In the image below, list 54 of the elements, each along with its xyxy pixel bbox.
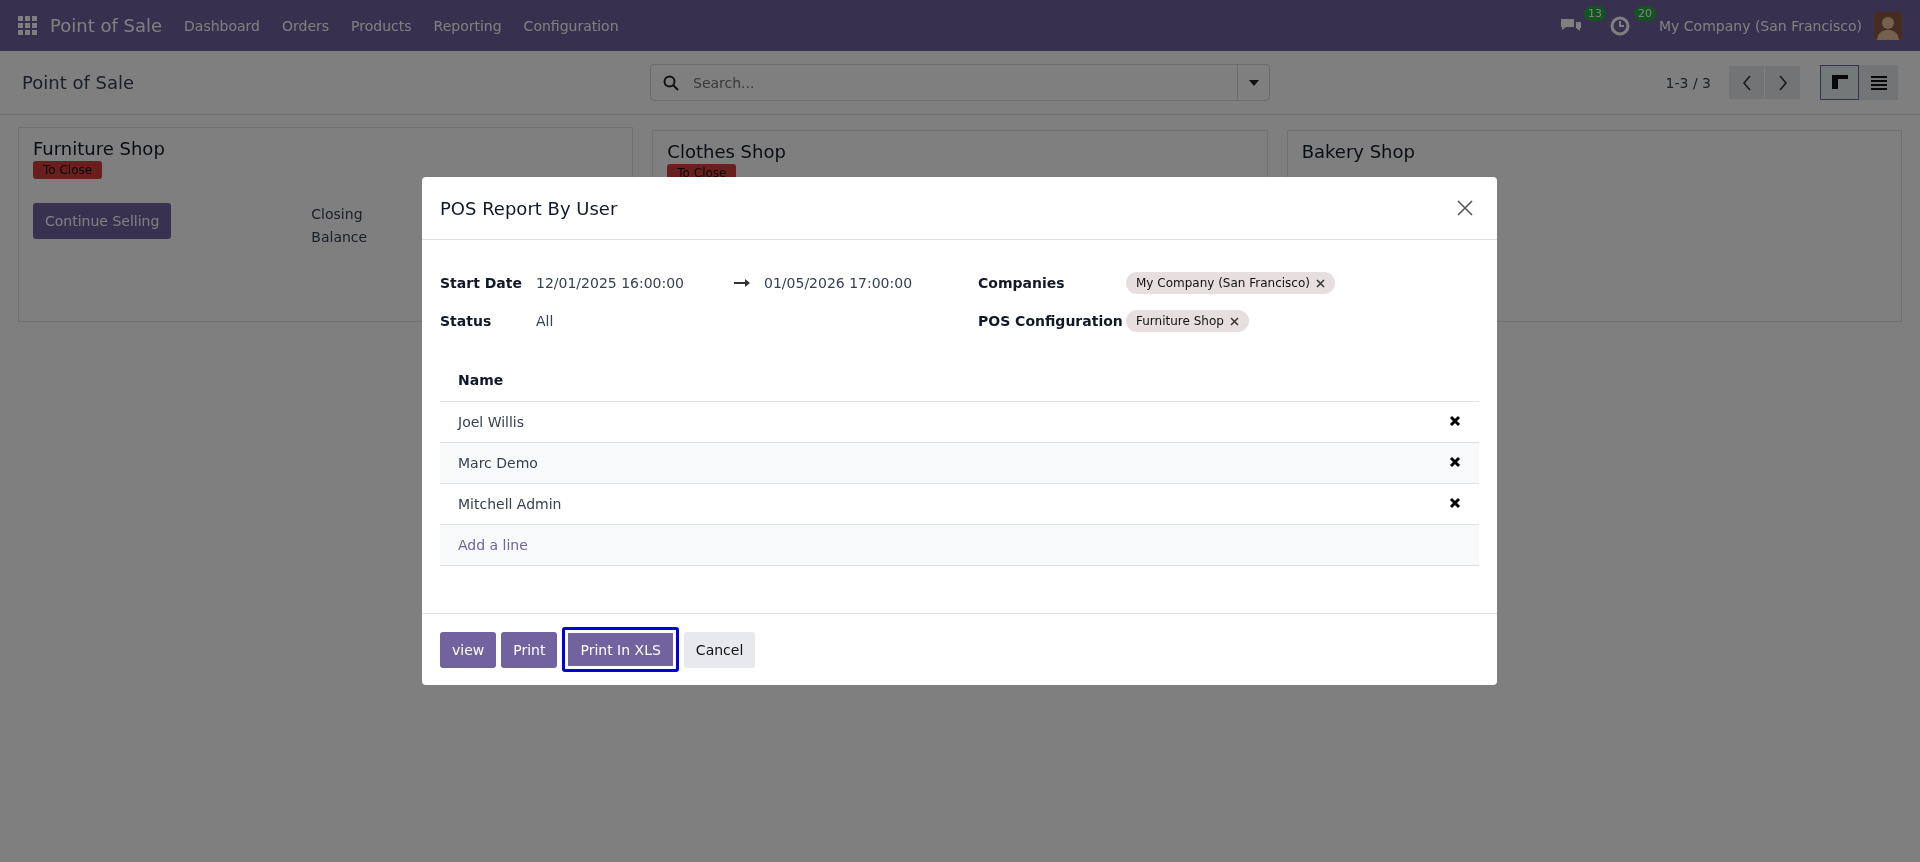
- view-switch-button[interactable]: [1820, 65, 1859, 100]
- menu-item[interactable]: Reporting: [433, 17, 502, 34]
- previous-button[interactable]: [1729, 66, 1764, 99]
- dialog-button[interactable]: Cancel: [683, 631, 756, 668]
- add-line-link[interactable]: Add a line: [458, 536, 528, 553]
- dialog-button[interactable]: Print In XLS: [562, 627, 679, 672]
- field-label: Start Date: [440, 275, 523, 291]
- date-field[interactable]: 01/05/2026 17:00:00: [764, 275, 913, 291]
- tag-label: Furniture Shop: [1136, 314, 1224, 328]
- message-count: 13: [1584, 5, 1607, 21]
- list-view-icon: [1870, 74, 1887, 91]
- chevron-left-icon: [1741, 74, 1752, 91]
- remove-icon[interactable]: [1229, 316, 1239, 326]
- search-field[interactable]: Search...: [691, 65, 1237, 100]
- delete-icon[interactable]: [1449, 455, 1461, 468]
- pager-text: 1-3 / 3: [1665, 74, 1711, 91]
- remove-icon[interactable]: [1316, 278, 1325, 288]
- search-bar[interactable]: Search...: [650, 64, 1270, 101]
- dialog-title: POS Report By User: [440, 197, 619, 219]
- table-cell: Mitchell Admin: [440, 483, 1431, 524]
- delete-icon[interactable]: [1449, 496, 1461, 509]
- field-value[interactable]: All: [536, 313, 554, 329]
- dialog-button[interactable]: view: [440, 631, 497, 668]
- date-field[interactable]: 12/01/2025 16:00:00: [536, 275, 685, 291]
- tag-label: My Company (San Francisco): [1136, 276, 1310, 290]
- field-label: Status: [440, 313, 493, 329]
- menu-item[interactable]: Orders: [282, 17, 330, 34]
- kanban-view-icon: [1831, 74, 1848, 91]
- page-title: Point of Sale: [22, 72, 136, 93]
- dialog-button[interactable]: Print: [501, 631, 558, 668]
- shop-name: Furniture Shop: [33, 138, 166, 159]
- shop-name: Bakery Shop: [1301, 141, 1416, 162]
- chevron-right-icon: [1777, 74, 1788, 91]
- menu-item[interactable]: Configuration: [523, 17, 619, 34]
- field-label: POS Configuration: [978, 313, 1124, 329]
- column-header: Name: [440, 360, 1431, 401]
- apps-menu-icon[interactable]: [18, 15, 38, 36]
- arrow-right-icon: [734, 278, 751, 288]
- delete-icon[interactable]: [1449, 414, 1461, 427]
- activity-count: 20: [1634, 5, 1657, 21]
- menu-item[interactable]: Products: [351, 17, 412, 34]
- menu-item[interactable]: Dashboard: [184, 17, 260, 34]
- shop-name: Clothes Shop: [667, 141, 787, 162]
- search-icon: [663, 74, 679, 91]
- closing-label: Closing Balance: [311, 205, 369, 247]
- company-name[interactable]: My Company (San Francisco): [1659, 17, 1862, 34]
- table-cell: Joel Willis: [440, 401, 1431, 442]
- table-cell: Marc Demo: [440, 442, 1431, 483]
- next-button[interactable]: [1765, 66, 1800, 99]
- continue-selling-button[interactable]: Continue Selling: [33, 203, 172, 239]
- caret-icon[interactable]: [1248, 79, 1259, 86]
- status-badge: To Close: [33, 161, 103, 179]
- app-name[interactable]: Point of Sale: [50, 15, 163, 36]
- field-label: Companies: [978, 275, 1066, 291]
